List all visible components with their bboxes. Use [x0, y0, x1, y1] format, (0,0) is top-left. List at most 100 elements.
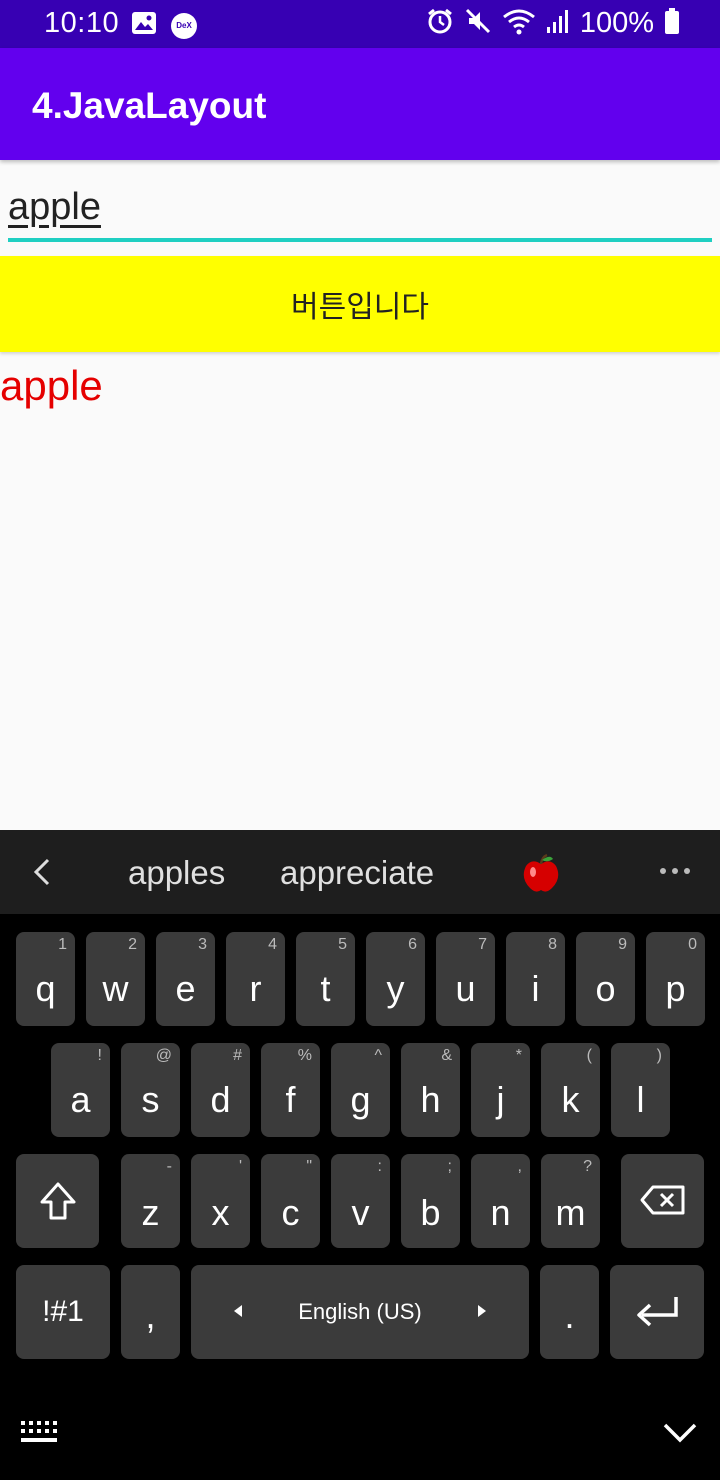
key-g-label: g [350, 1079, 371, 1120]
chevron-down-icon[interactable] [662, 1422, 698, 1449]
key-y-sub: 6 [408, 936, 417, 953]
key-j-sub: * [515, 1047, 522, 1064]
key-a[interactable]: ! a [51, 1043, 110, 1137]
key-a-sub: ! [97, 1047, 102, 1064]
key-d-label: d [210, 1079, 231, 1120]
key-w-label: w [102, 968, 129, 1009]
key-u[interactable]: 7u [436, 932, 495, 1026]
suggestion-bar: apples appreciate [0, 830, 720, 914]
key-z-label: z [141, 1192, 160, 1233]
key-i-label: i [531, 968, 540, 1009]
symbols-key-label: !#1 [42, 1295, 84, 1328]
key-j[interactable]: * j [471, 1043, 530, 1137]
key-h-sub: & [441, 1047, 452, 1064]
apple-icon[interactable] [520, 852, 562, 894]
dex-icon: DeX [171, 12, 197, 39]
app-title: 4.JavaLayout [32, 85, 267, 126]
enter-key[interactable] [610, 1265, 704, 1359]
period-key[interactable]: . [540, 1265, 599, 1359]
key-r-label: r [249, 968, 262, 1009]
key-y[interactable]: 6y [366, 932, 425, 1026]
key-f[interactable]: % f [261, 1043, 320, 1137]
edit-text-value: apple [8, 186, 101, 228]
key-t-label: t [320, 968, 331, 1009]
comma-key[interactable]: , [121, 1265, 180, 1359]
key-d[interactable]: # d [191, 1043, 250, 1137]
key-q[interactable]: 1q [16, 932, 75, 1026]
key-n-label: n [490, 1192, 511, 1233]
image-icon [131, 11, 157, 40]
more-icon[interactable] [660, 868, 690, 874]
key-b[interactable]: ; b [401, 1154, 460, 1248]
shift-key[interactable] [16, 1154, 99, 1248]
key-g[interactable]: ^ g [331, 1043, 390, 1137]
edit-underline [8, 238, 712, 242]
key-g-sub: ^ [374, 1047, 382, 1064]
key-c[interactable]: " c [261, 1154, 320, 1248]
key-s[interactable]: @ s [121, 1043, 180, 1137]
key-z[interactable]: -z [121, 1154, 180, 1248]
key-h[interactable]: & h [401, 1043, 460, 1137]
key-q-label: q [35, 968, 56, 1009]
key-f-label: f [285, 1079, 296, 1120]
key-y-label: y [386, 968, 405, 1009]
shift-icon [38, 1180, 78, 1227]
key-s-label: s [141, 1079, 160, 1120]
key-a-label: a [70, 1079, 91, 1120]
battery-percent: 100% [579, 7, 654, 39]
key-d-sub: # [233, 1047, 242, 1064]
suggestion-2[interactable]: appreciate [280, 854, 434, 892]
key-x-sub: ' [238, 1158, 242, 1175]
yellow-button[interactable]: 버튼입니다 [0, 256, 720, 352]
key-t-sub: 5 [338, 936, 347, 953]
dex-label: DeX [176, 21, 192, 30]
key-e[interactable]: 3e [156, 932, 215, 1026]
key-w[interactable]: 2w [86, 932, 145, 1026]
status-time: 10:10 [44, 7, 120, 39]
key-x[interactable]: ' x [191, 1154, 250, 1248]
key-o-label: o [595, 968, 616, 1009]
keyboard-icon[interactable] [20, 1420, 62, 1451]
app-bar: 4.JavaLayout [0, 48, 720, 160]
period-key-label: . [564, 1295, 575, 1336]
key-n-sub: , [517, 1158, 522, 1175]
key-x-label: x [211, 1192, 230, 1233]
keyboard: apples appreciate 1q 2w 3e 4r 5t 6y 7u 8… [0, 830, 720, 1480]
key-p[interactable]: 0p [646, 932, 705, 1026]
key-i-sub: 8 [548, 936, 557, 953]
key-v-sub: : [377, 1158, 382, 1175]
symbols-key[interactable]: !#1 [16, 1265, 110, 1359]
key-v-label: v [351, 1192, 370, 1233]
backspace-key[interactable] [621, 1154, 704, 1248]
key-i[interactable]: 8i [506, 932, 565, 1026]
suggestion-1[interactable]: apples [128, 854, 225, 892]
key-l[interactable]: ) l [611, 1043, 670, 1137]
key-s-sub: @ [155, 1047, 172, 1064]
key-k[interactable]: (k [541, 1043, 600, 1137]
key-l-label: l [636, 1079, 645, 1120]
wifi-icon [502, 7, 536, 40]
space-key[interactable]: English (US) [191, 1265, 529, 1359]
key-j-label: j [496, 1079, 505, 1120]
back-icon[interactable] [28, 852, 58, 892]
right-arrow-icon [477, 1304, 487, 1323]
key-k-label: k [561, 1079, 580, 1120]
enter-icon [630, 1293, 684, 1338]
key-q-sub: 1 [58, 936, 67, 953]
battery-icon [664, 7, 680, 40]
key-b-label: b [420, 1192, 441, 1233]
key-m[interactable]: ? m [541, 1154, 600, 1248]
key-k-sub: ( [586, 1047, 592, 1064]
key-r[interactable]: 4r [226, 932, 285, 1026]
key-f-sub: % [297, 1047, 312, 1064]
key-m-label: m [555, 1192, 586, 1233]
keyboard-bottom-bar [0, 1390, 720, 1480]
key-v[interactable]: :v [331, 1154, 390, 1248]
key-o[interactable]: 9o [576, 932, 635, 1026]
key-l-sub: ) [656, 1047, 662, 1064]
key-w-sub: 2 [128, 936, 137, 953]
key-t[interactable]: 5t [296, 932, 355, 1026]
key-b-sub: ; [447, 1158, 452, 1175]
key-n[interactable]: ,n [471, 1154, 530, 1248]
edit-text-field[interactable]: apple [8, 180, 712, 242]
